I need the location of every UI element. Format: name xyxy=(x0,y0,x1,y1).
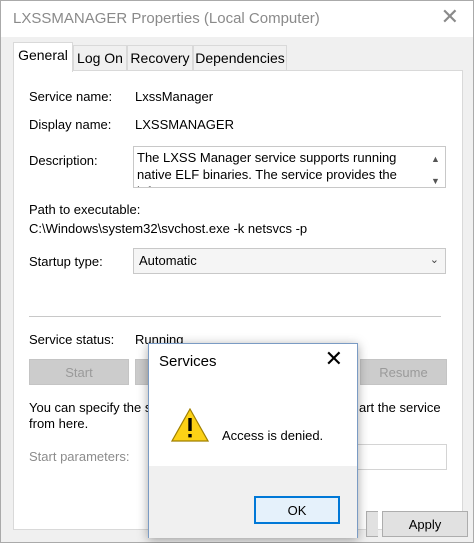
description-box[interactable]: The LXSS Manager service supports runnin… xyxy=(133,146,446,188)
divider xyxy=(29,316,441,317)
description-scrollbar[interactable]: ▲ ▼ xyxy=(427,147,445,187)
dialog-close-icon[interactable]: ✕ xyxy=(325,348,343,370)
dialog-message: Access is denied. xyxy=(222,428,324,443)
display-name-label: Display name: xyxy=(29,117,112,132)
chevron-down-icon: ⌄ xyxy=(429,254,439,266)
title-bar: LXSSMANAGER Properties (Local Computer) … xyxy=(1,1,473,37)
ok-button[interactable]: OK xyxy=(254,496,340,524)
tab-strip: General Log On Recovery Dependencies xyxy=(1,37,473,72)
startup-type-label: Startup type: xyxy=(29,254,103,269)
display-name-value: LXSSMANAGER xyxy=(135,117,234,132)
dialog-title: Services xyxy=(159,353,217,370)
start-parameters-label: Start parameters: xyxy=(29,449,130,464)
startup-type-value: Automatic xyxy=(139,253,197,268)
warning-icon xyxy=(171,408,209,442)
close-icon[interactable]: ✕ xyxy=(441,6,459,28)
scroll-down-icon[interactable]: ▼ xyxy=(431,173,440,187)
service-name-label: Service name: xyxy=(29,89,113,104)
service-name-value: LxssManager xyxy=(135,89,214,104)
hint-text-end: art the service xyxy=(359,400,441,415)
description-text: The LXSS Manager service supports runnin… xyxy=(137,150,397,187)
path-value: C:\Windows\system32\svchost.exe -k netsv… xyxy=(29,221,308,236)
scroll-up-icon[interactable]: ▲ xyxy=(431,151,440,168)
startup-type-select[interactable]: Automatic ⌄ xyxy=(133,248,446,274)
services-dialog: Services ✕ Access is denied. OK xyxy=(148,343,358,538)
path-label: Path to executable: xyxy=(29,202,141,217)
description-label: Description: xyxy=(29,153,98,168)
cancel-button[interactable] xyxy=(366,511,378,537)
resume-button[interactable]: Resume xyxy=(360,359,447,385)
tab-recovery[interactable]: Recovery xyxy=(127,45,193,71)
apply-button[interactable]: Apply xyxy=(382,511,468,537)
tab-dependencies[interactable]: Dependencies xyxy=(193,45,287,71)
window-title: LXSSMANAGER Properties (Local Computer) xyxy=(13,10,320,27)
tab-general[interactable]: General xyxy=(13,42,73,72)
hint-text-line2: from here. xyxy=(29,416,89,431)
start-button[interactable]: Start xyxy=(29,359,129,385)
hint-text-start: You can specify the st xyxy=(29,400,155,415)
dialog-body: Access is denied. xyxy=(149,378,357,466)
service-status-label: Service status: xyxy=(29,332,115,347)
dialog-footer: OK xyxy=(149,466,357,538)
tab-log-on[interactable]: Log On xyxy=(73,45,127,71)
